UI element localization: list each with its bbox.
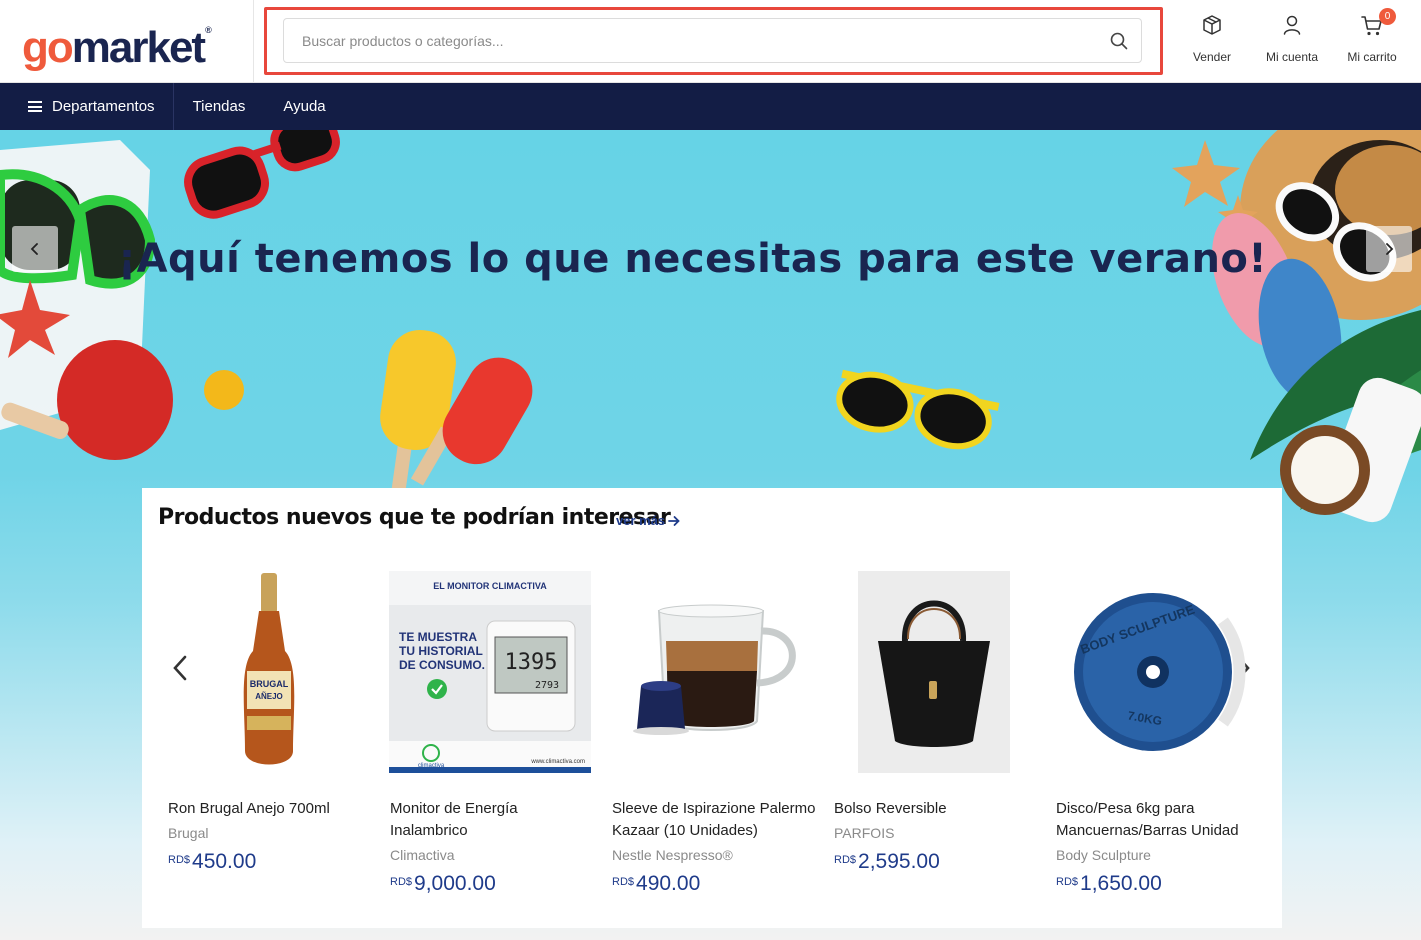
price-amount: 1,650.00: [1080, 872, 1162, 895]
price-amount: 2,595.00: [858, 850, 940, 873]
promo-brand: climactiva: [418, 763, 445, 769]
see-more-link[interactable]: ver más: [616, 513, 680, 528]
arrow-right-icon: [668, 515, 680, 526]
nav-stores-label: Tiendas: [192, 98, 246, 115]
new-products-section: Productos nuevos que te podrían interesa…: [142, 488, 1282, 928]
promo-line2: TU HISTORIAL: [399, 644, 483, 658]
cart-label: Mi carrito: [1347, 50, 1397, 64]
price-amount: 450.00: [192, 850, 257, 873]
hero-title: ¡Aquí tenemos lo que necesitas para este…: [117, 236, 1268, 282]
user-icon: [1283, 15, 1301, 35]
account-button[interactable]: Mi cuenta: [1263, 14, 1321, 64]
product-name: Monitor de Energía Inalambrico: [390, 800, 518, 839]
price-currency: RD$: [168, 854, 191, 866]
product-card[interactable]: Bolso Reversible PARFOIS RD$ 2,595.00: [833, 571, 1043, 911]
product-name: Sleeve de Ispirazione Palermo Kazaar (10…: [612, 800, 816, 839]
search-icon[interactable]: [1097, 19, 1141, 63]
product-card[interactable]: Sleeve de Ispirazione Palermo Kazaar (10…: [611, 571, 821, 911]
chevron-left-icon: [30, 243, 38, 255]
account-label: Mi cuenta: [1265, 50, 1319, 64]
product-image-energy-monitor: EL MONITOR CLIMACTIVA TE MUESTRA TU HIST…: [389, 571, 591, 773]
nav-departments-label: Departamentos: [52, 98, 155, 115]
promo-heading: EL MONITOR CLIMACTIVA: [433, 581, 547, 591]
hero-prev-button[interactable]: [12, 226, 58, 272]
product-name: Disco/Pesa 6kg para Mancuernas/Barras Un…: [1056, 800, 1239, 839]
price-currency: RD$: [612, 876, 635, 888]
promo-line3: DE CONSUMO.: [399, 658, 485, 672]
product-price: RD$ 450.00: [167, 850, 377, 874]
logo-registered: ®: [205, 25, 211, 35]
see-more-label: ver más: [616, 513, 666, 528]
logo-market: market: [71, 23, 206, 72]
price-currency: RD$: [834, 854, 857, 866]
section-title: Productos nuevos que te podrían interesa…: [158, 505, 671, 530]
header: gomarket® Vender Mi cuenta 0 Mi carrito: [0, 0, 1421, 83]
nav-help[interactable]: Ayuda: [264, 83, 344, 130]
hamburger-icon: [28, 101, 42, 112]
product-brand: Body Sculpture: [1056, 847, 1151, 863]
product-price: RD$ 490.00: [611, 872, 821, 896]
bottle-label-text: BRUGAL: [250, 679, 289, 689]
cart-button[interactable]: 0 Mi carrito: [1344, 8, 1400, 64]
cart-icon-wrap: 0: [1360, 8, 1396, 38]
price-amount: 9,000.00: [414, 872, 496, 895]
product-image-weight-plate: BODY SCULPTURE 7.0KG: [1055, 571, 1257, 773]
logo-go: go: [22, 23, 74, 72]
product-brand: Nestle Nespresso®: [612, 847, 733, 863]
price-currency: RD$: [390, 876, 413, 888]
product-image-coffee-cup: [611, 571, 813, 773]
hero-next-button[interactable]: [1366, 226, 1412, 272]
promo-url: www.climactiva.com: [530, 759, 585, 765]
logo-wordmark: gomarket®: [22, 23, 212, 72]
nav-stores[interactable]: Tiendas: [174, 83, 265, 130]
gomarket-logo[interactable]: gomarket®: [22, 10, 212, 72]
box-icon: [1203, 15, 1221, 35]
nav-departments[interactable]: Departamentos: [0, 83, 174, 130]
product-card[interactable]: BODY SCULPTURE 7.0KG Disco/Pesa 6kg para…: [1055, 571, 1265, 911]
price-currency: RD$: [1056, 876, 1079, 888]
product-brand: Brugal: [168, 825, 209, 841]
product-card[interactable]: BRUGAL AÑEJO Ron Brugal Anejo 700ml Brug…: [167, 571, 377, 911]
bottle-label-text2: AÑEJO: [255, 692, 283, 701]
cart-count-badge: 0: [1379, 8, 1396, 25]
product-brand: Climactiva: [390, 847, 455, 863]
product-name: Bolso Reversible: [834, 800, 947, 817]
price-amount: 490.00: [636, 872, 701, 895]
monitor-display-small: 2793: [535, 680, 559, 691]
header-divider: [253, 0, 254, 83]
sell-button[interactable]: Vender: [1190, 14, 1234, 64]
search-input[interactable]: [284, 19, 1097, 62]
product-image-handbag: [833, 571, 1035, 773]
sell-label: Vender: [1192, 50, 1232, 64]
product-image-rum-bottle: BRUGAL AÑEJO: [167, 571, 369, 773]
monitor-display-value: 1395: [505, 650, 558, 675]
product-price: RD$ 9,000.00: [389, 872, 599, 896]
search-bar: [283, 18, 1142, 63]
main-nav: Departamentos Tiendas Ayuda: [0, 83, 1421, 130]
product-card[interactable]: EL MONITOR CLIMACTIVA TE MUESTRA TU HIST…: [389, 571, 599, 911]
product-price: RD$ 1,650.00: [1055, 872, 1265, 896]
chevron-right-icon: [1386, 243, 1394, 255]
promo-line1: TE MUESTRA: [399, 630, 477, 644]
product-price: RD$ 2,595.00: [833, 850, 1043, 874]
product-name: Ron Brugal Anejo 700ml: [168, 800, 330, 817]
nav-help-label: Ayuda: [283, 98, 326, 115]
product-brand: PARFOIS: [834, 825, 895, 841]
